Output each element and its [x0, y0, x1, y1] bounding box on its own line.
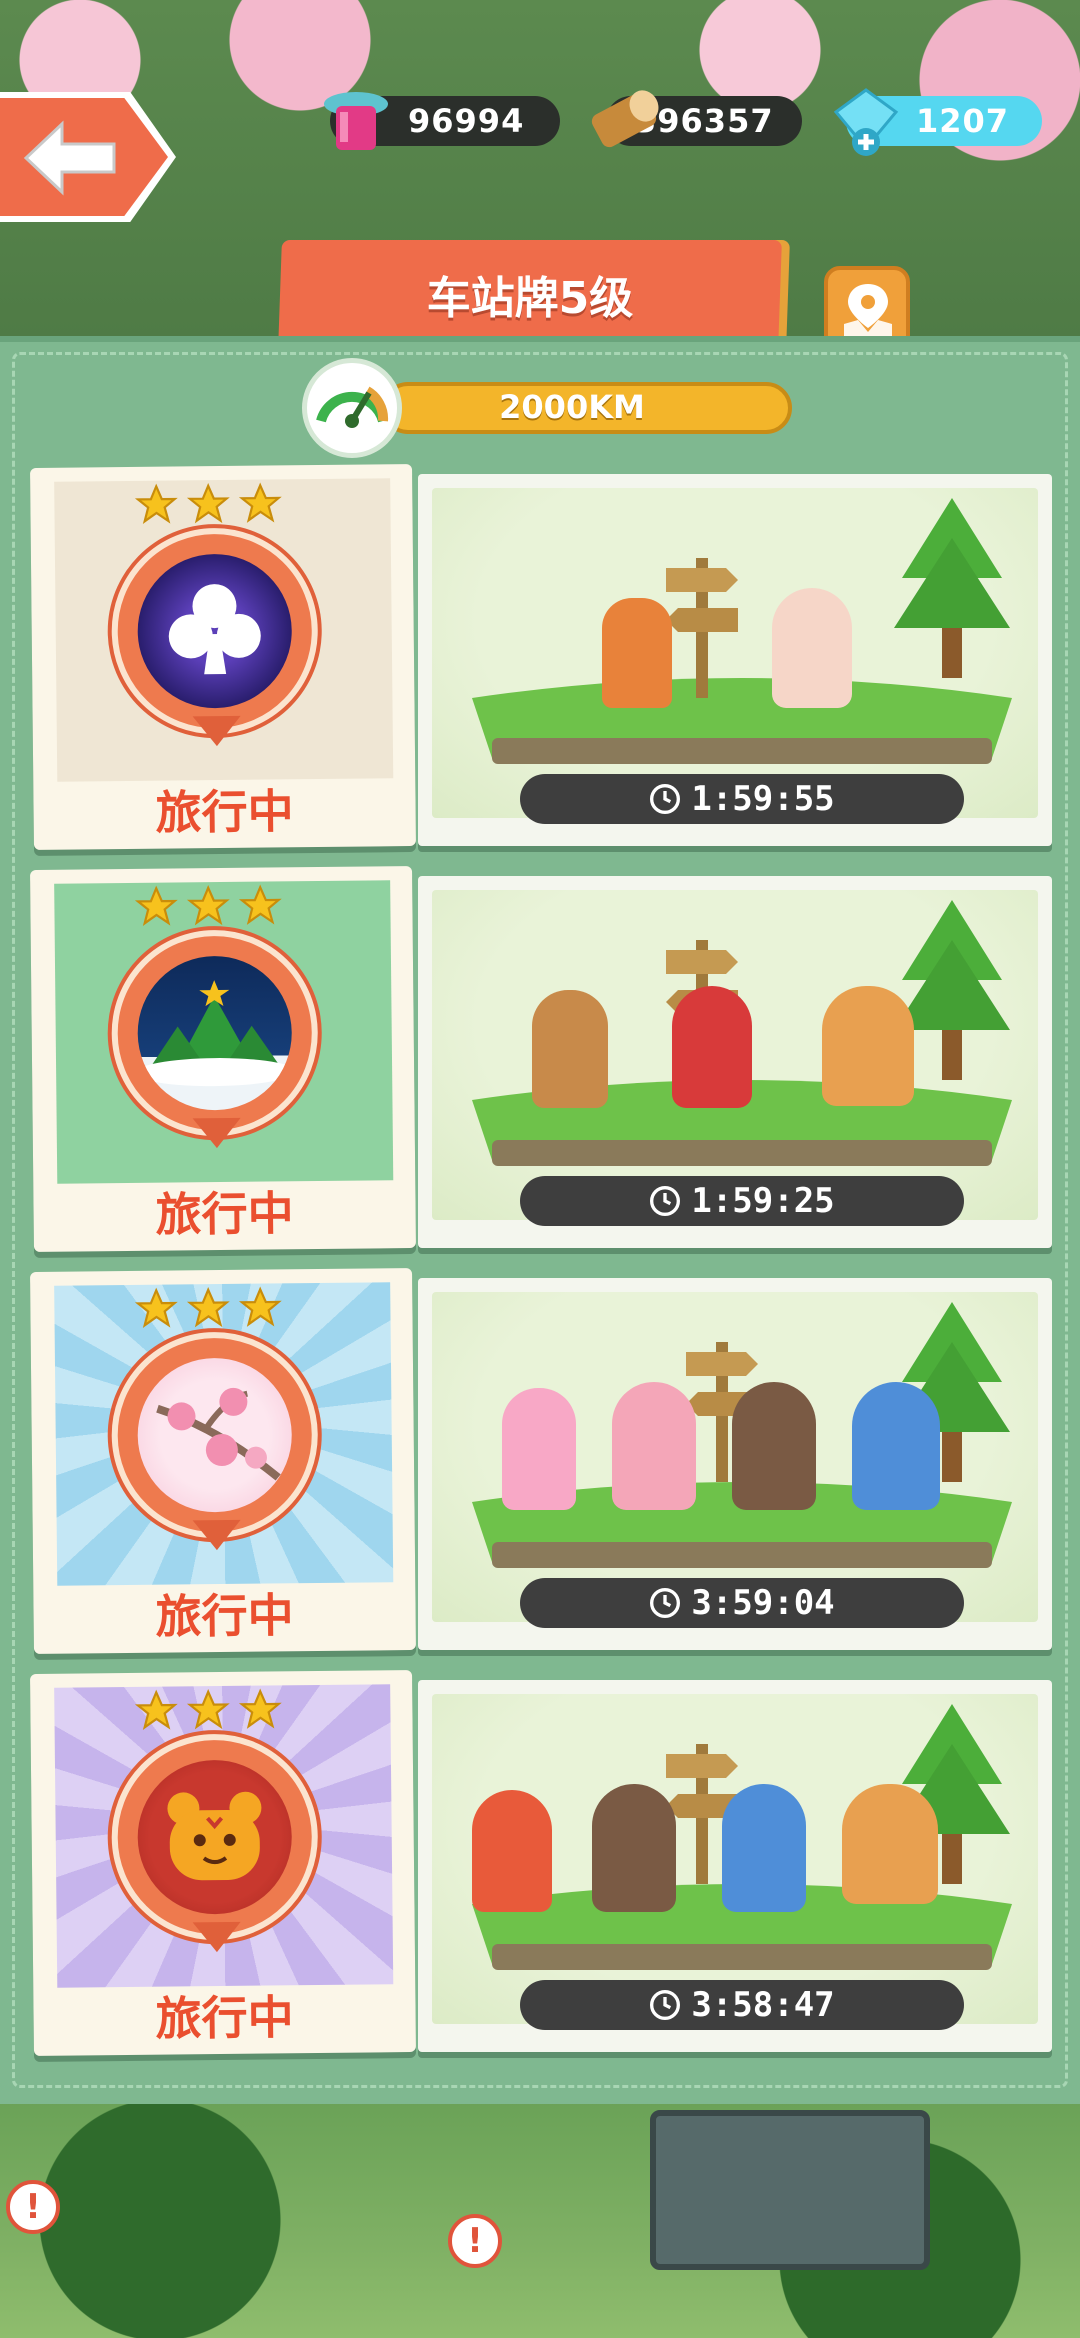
- shiba-character: [822, 986, 914, 1106]
- status-label: 旅行中: [155, 1588, 294, 1644]
- star-icon: [238, 1286, 282, 1327]
- signpost-icon: [666, 558, 738, 698]
- card-badge-panel: 旅行中: [30, 464, 416, 850]
- background-building: [650, 2110, 930, 2270]
- red-panda-character: [472, 1790, 552, 1912]
- clock-icon: [650, 1186, 681, 1216]
- badge-pin: [192, 1921, 241, 1953]
- star-icon: [134, 885, 178, 926]
- card-badge-panel: 旅行中: [30, 1670, 416, 2056]
- travel-card[interactable]: 旅行中 1:59:55: [30, 464, 1052, 850]
- timer-value: 3:59:04: [691, 1583, 835, 1623]
- status-label: 旅行中: [155, 784, 294, 840]
- travel-card[interactable]: 旅行中 3:59:04: [30, 1268, 1052, 1654]
- map-pin-icon: [844, 284, 892, 336]
- card-scene-panel: 1:59:25: [418, 876, 1052, 1248]
- star-icon: [186, 1689, 230, 1730]
- star-rating: [134, 1687, 282, 1733]
- tiger-icon: [136, 1759, 293, 1915]
- star-icon: [134, 1287, 178, 1328]
- star-icon: [238, 884, 282, 925]
- star-icon: [238, 482, 282, 523]
- timer-value: 1:59:25: [691, 1181, 835, 1221]
- wood-counter: 396357: [591, 90, 802, 148]
- clock-icon: [650, 1588, 681, 1618]
- timer-value: 3:58:47: [691, 1985, 835, 2025]
- speedometer-icon: [302, 358, 402, 458]
- star-icon: [186, 885, 230, 926]
- badge-pin: [192, 715, 241, 747]
- travel-scene: 1:59:55: [432, 488, 1038, 824]
- badge-pin: [192, 1117, 241, 1149]
- cat-character: [502, 1388, 576, 1510]
- star-icon: [186, 1287, 230, 1328]
- shiba-character: [842, 1784, 938, 1904]
- wolf-character: [722, 1784, 806, 1912]
- pine-tree-icon: [894, 498, 1010, 678]
- hearts-counter: 96994: [324, 92, 560, 150]
- travel-timer: 1:59:25: [520, 1176, 964, 1226]
- star-icon: [134, 483, 178, 524]
- gems-counter: 1207: [833, 88, 1042, 156]
- travel-timer: 3:58:47: [520, 1980, 964, 2030]
- club-icon: [136, 553, 293, 709]
- wolf-character: [852, 1382, 940, 1510]
- brown-bear-character: [732, 1382, 816, 1510]
- cherry-blossom-icon: [136, 1357, 293, 1513]
- travel-timer: 3:59:04: [520, 1578, 964, 1628]
- star-rating: [134, 1285, 282, 1331]
- travel-card[interactable]: 旅行中 3:58:47: [30, 1670, 1052, 2056]
- bear-character: [612, 1382, 696, 1510]
- clock-icon: [650, 784, 681, 814]
- travel-scene: 3:58:47: [432, 1694, 1038, 2030]
- alert-icon[interactable]: !: [448, 2214, 502, 2268]
- travel-scene: 3:59:04: [432, 1292, 1038, 1628]
- sheep-character: [772, 588, 852, 708]
- badge-pin: [192, 1519, 241, 1551]
- fox-character: [602, 598, 672, 708]
- card-badge-panel: 旅行中: [30, 866, 416, 1252]
- card-scene-panel: 3:58:47: [418, 1680, 1052, 2052]
- clock-icon: [650, 1990, 681, 2020]
- star-icon: [134, 1689, 178, 1730]
- christmas-tree-icon: [136, 955, 293, 1111]
- page-title: 车站牌5级: [426, 273, 634, 324]
- star-rating: [134, 481, 282, 527]
- star-icon: [238, 1688, 282, 1729]
- gem-icon: [833, 88, 899, 156]
- status-label: 旅行中: [155, 1186, 294, 1242]
- star-icon: [186, 483, 230, 524]
- potion-icon: [324, 92, 388, 150]
- card-scene-panel: 1:59:55: [418, 474, 1052, 846]
- card-scene-panel: 3:59:04: [418, 1278, 1052, 1650]
- distance-value: 2000KM: [499, 388, 645, 426]
- reindeer-character: [532, 990, 608, 1108]
- wood-log-icon: [591, 90, 659, 148]
- alert-icon[interactable]: !: [6, 2180, 60, 2234]
- status-label: 旅行中: [155, 1990, 294, 2046]
- back-arrow-icon: [23, 120, 116, 196]
- travel-card[interactable]: 旅行中 1:59:25: [30, 866, 1052, 1252]
- travel-scene: 1:59:25: [432, 890, 1038, 1226]
- timer-value: 1:59:55: [691, 779, 835, 819]
- brown-bear-character: [592, 1784, 676, 1912]
- card-badge-panel: 旅行中: [30, 1268, 416, 1654]
- star-rating: [134, 883, 282, 929]
- husky-character: [672, 986, 752, 1108]
- travel-timer: 1:59:55: [520, 774, 964, 824]
